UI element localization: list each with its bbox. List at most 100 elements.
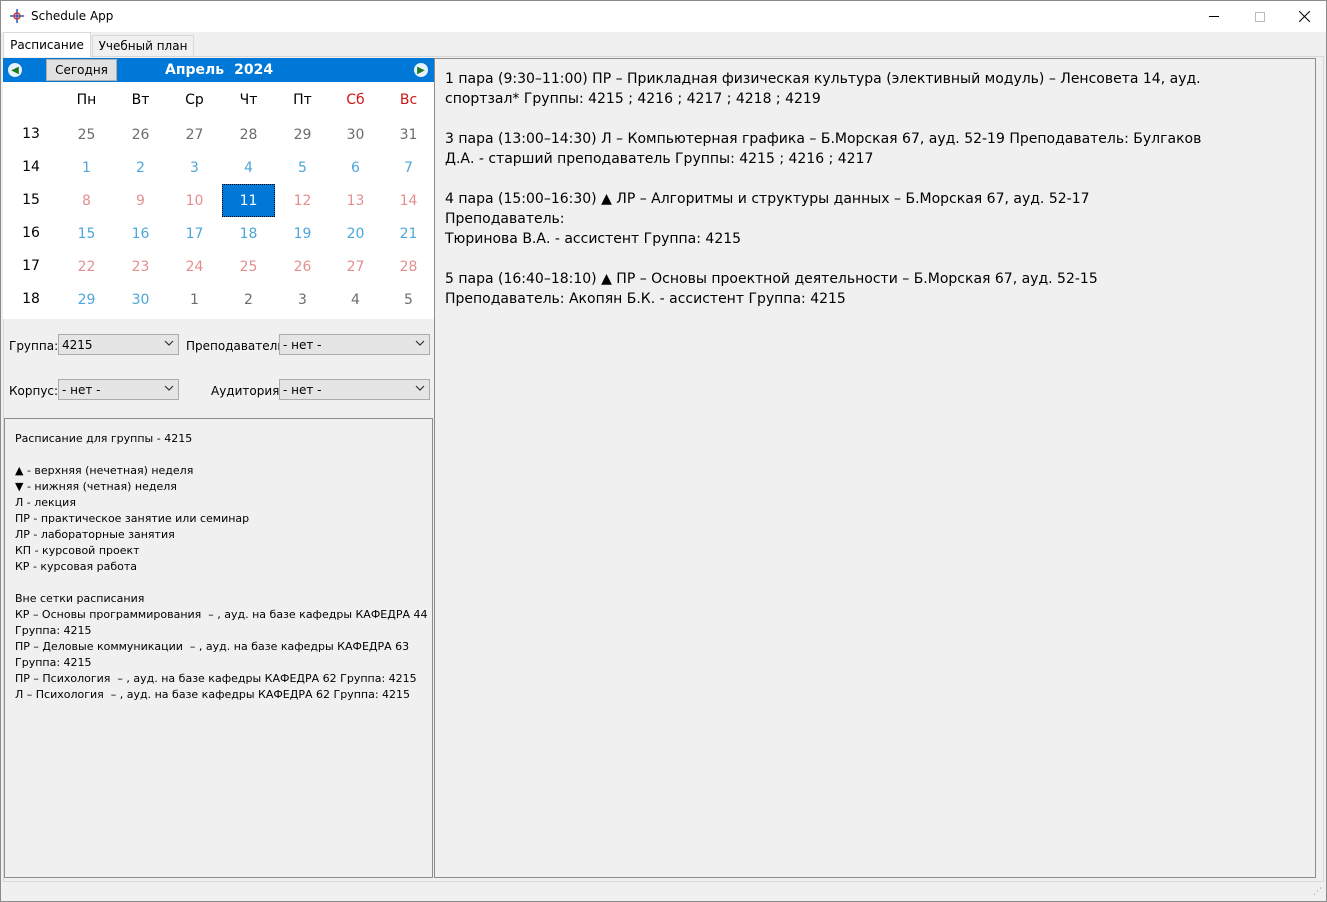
calendar-day[interactable]: 22 — [60, 250, 113, 283]
prev-month-button[interactable]: ◀ — [8, 63, 22, 77]
calendar-day[interactable]: 14 — [382, 184, 435, 217]
lesson-entry: 5 пара (16:40–18:10) ▲ ПР – Основы проек… — [445, 269, 1205, 309]
legend-info-panel[interactable]: Расписание для группы - 4215 ▲ - верхняя … — [4, 418, 433, 878]
calendar-day-selected[interactable]: 11 — [222, 184, 275, 217]
calendar-day[interactable]: 9 — [114, 184, 167, 217]
calendar-day[interactable]: 23 — [114, 250, 167, 283]
calendar-day[interactable]: 5 — [382, 283, 435, 316]
calendar-day[interactable]: 12 — [276, 184, 329, 217]
calendar-day[interactable]: 1 — [168, 283, 221, 316]
calendar-day[interactable]: 8 — [60, 184, 113, 217]
resize-grip-icon[interactable]: ⋰ — [1313, 887, 1322, 897]
calendar-day[interactable]: 21 — [382, 217, 435, 250]
close-button[interactable] — [1281, 1, 1327, 32]
calendar-day[interactable]: 31 — [382, 118, 435, 151]
calendar-day[interactable]: 27 — [168, 118, 221, 151]
group-select[interactable]: 4215 — [58, 334, 179, 355]
calendar-day[interactable]: 5 — [276, 151, 329, 184]
month-year-label[interactable]: Апрель 2024 — [165, 62, 273, 78]
calendar-day[interactable]: 25 — [222, 250, 275, 283]
calendar-day[interactable]: 26 — [114, 118, 167, 151]
teacher-select[interactable]: - нет - — [279, 334, 430, 355]
calendar-day[interactable]: 19 — [276, 217, 329, 250]
lesson-text: Преподаватель: Акопян Б.К. - ассистент Г… — [445, 291, 846, 307]
maximize-button[interactable] — [1237, 1, 1283, 32]
calendar-day[interactable]: 29 — [276, 118, 329, 151]
chevron-down-icon — [415, 385, 425, 391]
year-value[interactable]: 2024 — [234, 62, 273, 78]
lesson-entry: 4 пара (15:00–16:30) ▲ ЛР – Алгоритмы и … — [445, 189, 1205, 249]
calendar-day[interactable]: 27 — [329, 250, 382, 283]
info-line: КР - курсовая работа — [15, 560, 138, 573]
calendar-day[interactable]: 15 — [60, 217, 113, 250]
calendar-day[interactable]: 30 — [114, 283, 167, 316]
calendar-day[interactable]: 18 — [222, 217, 275, 250]
close-icon — [1298, 11, 1310, 22]
status-bar: ⋰ — [1, 883, 1326, 901]
calendar-day[interactable]: 4 — [222, 151, 275, 184]
calendar-day[interactable]: 1 — [60, 151, 113, 184]
title-bar: Schedule App — [1, 1, 1326, 32]
calendar-day[interactable]: 24 — [168, 250, 221, 283]
tab-schedule[interactable]: Расписание — [3, 32, 91, 57]
info-line: ПР – Деловые коммуникации – , ауд. на ба… — [15, 640, 410, 653]
room-select[interactable]: - нет - — [279, 379, 430, 400]
lesson-entry: 3 пара (13:00–14:30) Л – Компьютерная гр… — [445, 129, 1205, 169]
info-line: ЛР - лабораторные занятия — [15, 528, 175, 541]
room-label: Аудитория: — [211, 384, 284, 398]
calendar-day[interactable]: 29 — [60, 283, 113, 316]
window-title: Schedule App — [31, 9, 114, 23]
calendar: ◀ Сегодня Апрель 2024 ▶ Пн Вт Ср Чт Пт Сб Вс 13 2… — [3, 58, 434, 319]
weekday-header: Пт — [293, 92, 312, 108]
calendar-day[interactable]: 28 — [222, 118, 275, 151]
calendar-day[interactable]: 25 — [60, 118, 113, 151]
arrow-right-icon: ▶ — [417, 64, 425, 76]
chevron-down-icon — [415, 340, 425, 346]
minimize-button[interactable] — [1191, 1, 1237, 32]
week-number: 14 — [22, 159, 40, 175]
arrow-left-icon: ◀ — [11, 64, 19, 76]
schedule-panel[interactable]: 1 пара (9:30–11:00) ПР – Прикладная физи… — [434, 58, 1316, 878]
lesson-entry: 1 пара (9:30–11:00) ПР – Прикладная физи… — [445, 69, 1205, 109]
building-select[interactable]: - нет - — [58, 379, 179, 400]
maximize-icon — [1255, 11, 1265, 22]
weekday-header: Сб — [346, 92, 365, 108]
week-number: 18 — [22, 291, 40, 307]
building-select-value: - нет - — [62, 382, 101, 397]
calendar-day[interactable]: 13 — [329, 184, 382, 217]
lesson-text: 1 пара (9:30–11:00) ПР – Прикладная физи… — [445, 71, 1201, 87]
chevron-down-icon — [164, 385, 174, 391]
calendar-day[interactable]: 3 — [276, 283, 329, 316]
calendar-day[interactable]: 3 — [168, 151, 221, 184]
calendar-day[interactable]: 2 — [222, 283, 275, 316]
tab-curriculum[interactable]: Учебный план — [92, 35, 194, 56]
info-line: КР – Основы программирования – , ауд. на… — [15, 608, 428, 621]
teacher-label: Преподаватель: — [186, 339, 289, 353]
calendar-day[interactable]: 28 — [382, 250, 435, 283]
weekday-header: Вс — [399, 92, 418, 108]
calendar-day[interactable]: 16 — [114, 217, 167, 250]
week-number: 13 — [22, 126, 40, 142]
calendar-day[interactable]: 20 — [329, 217, 382, 250]
group-label: Группа: — [9, 339, 59, 353]
calendar-day[interactable]: 2 — [114, 151, 167, 184]
calendar-day[interactable]: 4 — [329, 283, 382, 316]
calendar-day[interactable]: 6 — [329, 151, 382, 184]
info-line: Группа: 4215 — [15, 656, 92, 669]
calendar-day[interactable]: 10 — [168, 184, 221, 217]
calendar-day[interactable]: 30 — [329, 118, 382, 151]
calendar-day[interactable]: 17 — [168, 217, 221, 250]
app-logo-icon — [10, 9, 24, 23]
next-month-button[interactable]: ▶ — [414, 63, 428, 77]
weekday-header: Пн — [76, 92, 97, 108]
teacher-select-value: - нет - — [283, 337, 322, 352]
calendar-day[interactable]: 26 — [276, 250, 329, 283]
today-button[interactable]: Сегодня — [46, 59, 117, 81]
lesson-text: 5 пара (16:40–18:10) ▲ ПР – Основы проек… — [445, 271, 1098, 287]
info-line: Вне сетки расписания — [15, 592, 145, 605]
lesson-text: 3 пара (13:00–14:30) Л – Компьютерная гр… — [445, 131, 1202, 147]
week-number: 15 — [22, 192, 40, 208]
calendar-day[interactable]: 7 — [382, 151, 435, 184]
weekday-header: Ср — [185, 92, 204, 108]
month-name[interactable]: Апрель — [165, 62, 224, 78]
